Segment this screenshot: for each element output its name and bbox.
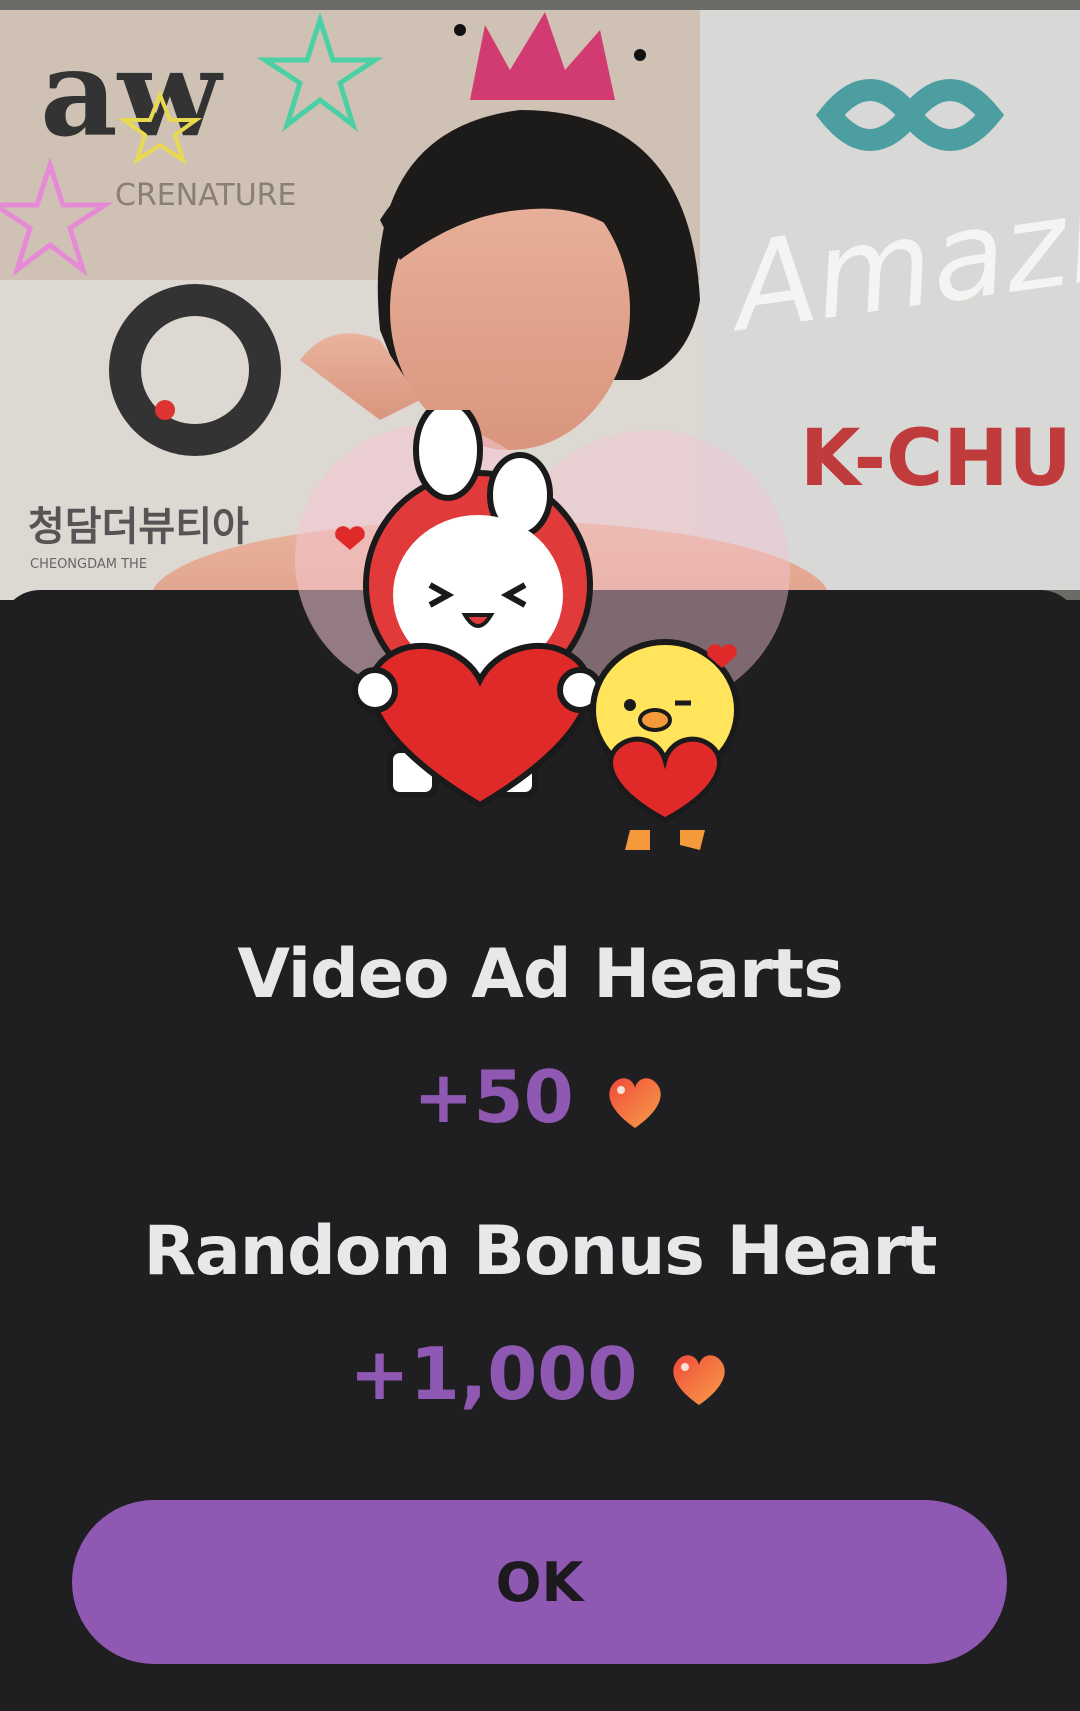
reward-amount-random-bonus-value: +1,000 xyxy=(349,1332,638,1416)
heart-icon xyxy=(672,1355,725,1406)
ok-button[interactable]: OK xyxy=(72,1500,1007,1664)
bg-brand-text: CRENATURE xyxy=(115,178,296,213)
bunny-chick-mascot-illustration xyxy=(295,410,790,850)
reward-title-video-ad: Video Ad Hearts xyxy=(237,935,843,1014)
bg-kchu-text: K-CHU xyxy=(800,414,1072,504)
reward-title-random-bonus: Random Bonus Heart xyxy=(143,1212,937,1291)
heart-icon xyxy=(609,1078,661,1129)
reward-amount-random-bonus: +1,000 xyxy=(0,1332,1080,1416)
bg-korean-sub: CHEONGDAM THE xyxy=(30,557,147,572)
bg-logo-text: aw xyxy=(40,23,224,164)
bg-korean-text: 청담더뷰티아 xyxy=(28,504,249,550)
reward-amount-video-ad-value: +50 xyxy=(413,1055,574,1139)
reward-amount-video-ad: +50 xyxy=(0,1055,1080,1139)
